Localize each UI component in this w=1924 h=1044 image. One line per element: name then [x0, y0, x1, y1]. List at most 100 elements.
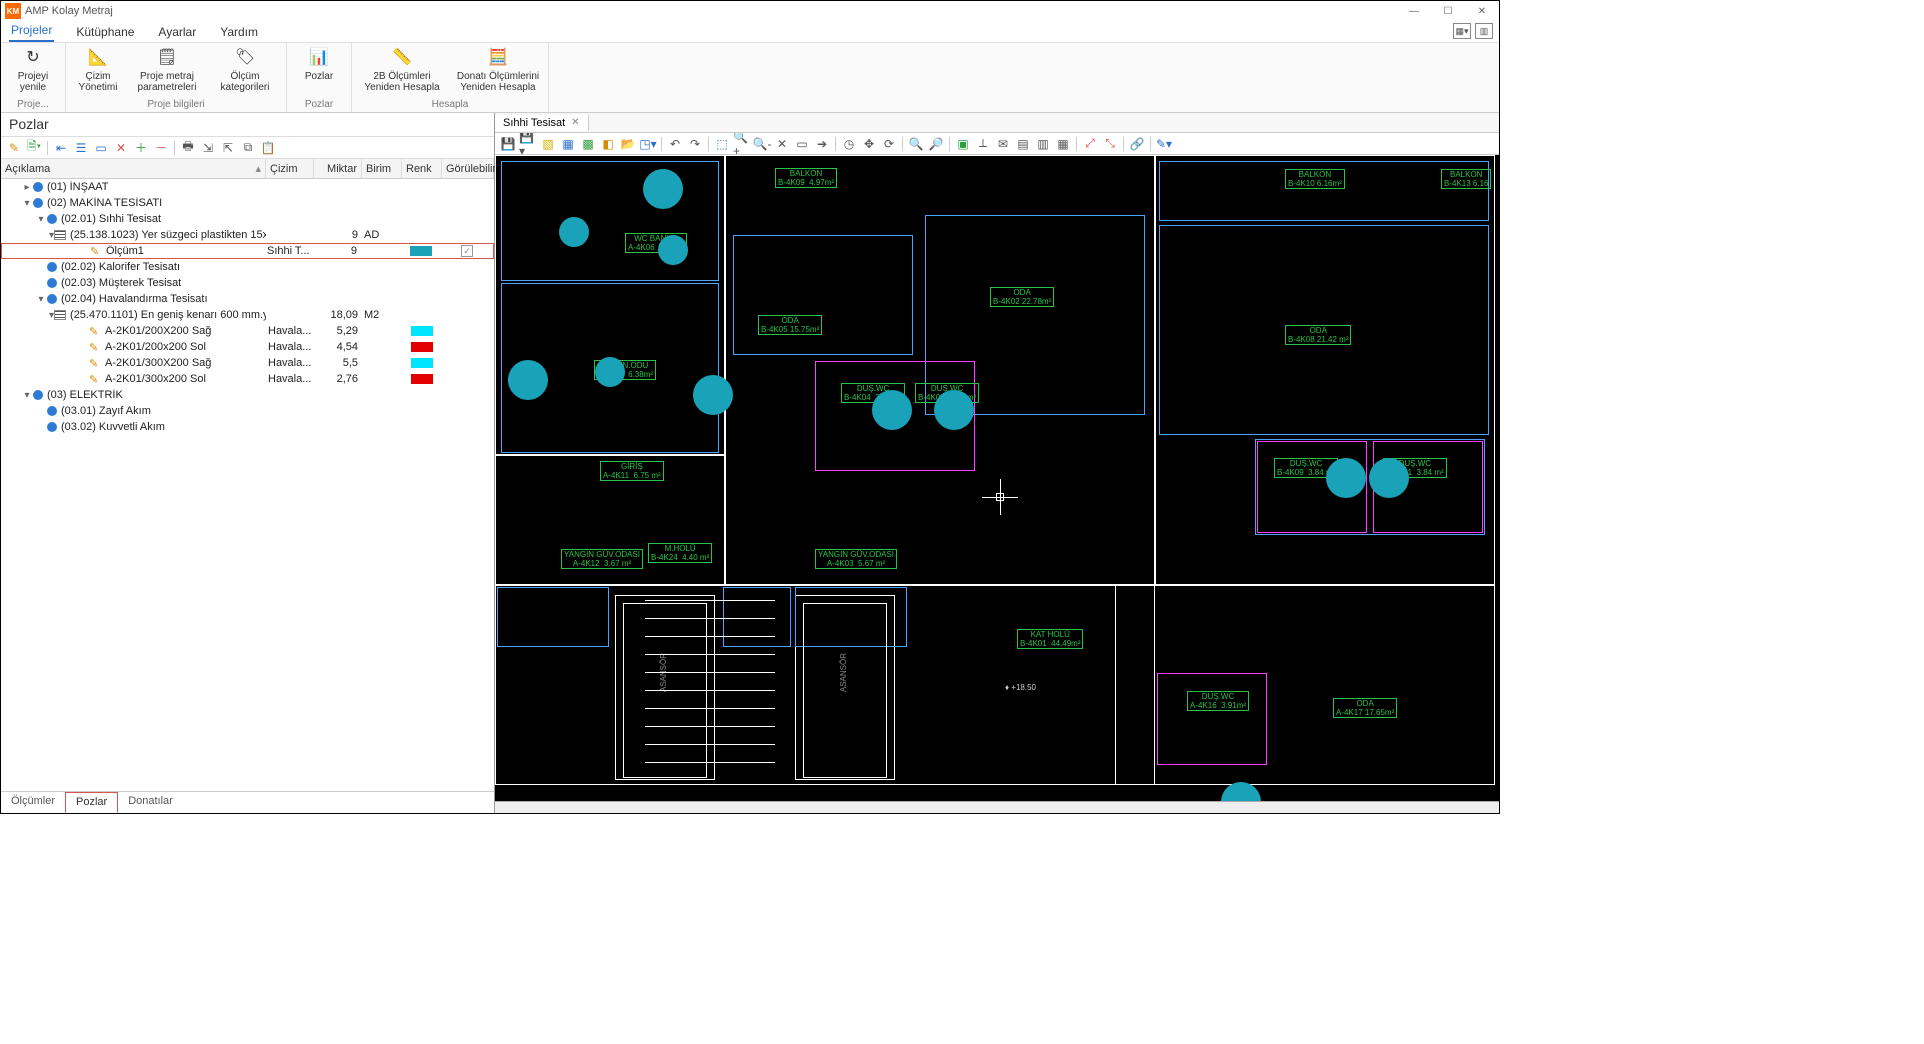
- ribbon-button[interactable]: 🧮Donatı Ölçümlerini Yeniden Hesapla: [454, 45, 542, 99]
- tree-row[interactable]: ✎A-2K01/300X200 SağHavala...5,5: [1, 355, 494, 371]
- tree-row[interactable]: (02.03) Müşterek Tesisat: [1, 275, 494, 291]
- measurement-marker[interactable]: [559, 217, 589, 247]
- prop-icon[interactable]: ▥: [1034, 135, 1052, 153]
- cad-viewport[interactable]: BALKON B-4K09 4.97m²BALKON B-4K10 6.16m²…: [495, 155, 1499, 801]
- delete-icon[interactable]: ✕: [112, 139, 130, 157]
- rotate-icon[interactable]: ⟳: [880, 135, 898, 153]
- measurement-marker[interactable]: [872, 390, 912, 430]
- tree-row[interactable]: (03) ELEKTRİK: [1, 387, 494, 403]
- grid-icon[interactable]: ▦: [1054, 135, 1072, 153]
- replace-icon[interactable]: 🔎: [927, 135, 945, 153]
- tree-row[interactable]: ✎A-2K01/300x200 SolHavala...2,76: [1, 371, 494, 387]
- dim-icon[interactable]: ⟂: [974, 135, 992, 153]
- fit-icon[interactable]: ▭: [793, 135, 811, 153]
- orbit-icon[interactable]: ◷: [840, 135, 858, 153]
- bottom-tab[interactable]: Ölçümler: [1, 792, 65, 813]
- zoom-out-icon[interactable]: 🔍-: [753, 135, 771, 153]
- col-birim[interactable]: Birim: [362, 159, 402, 178]
- indent-left-icon[interactable]: ⇤: [52, 139, 70, 157]
- add-icon[interactable]: ＋: [132, 139, 150, 157]
- measurement-marker[interactable]: [1369, 458, 1409, 498]
- link-icon[interactable]: 🔗: [1128, 135, 1146, 153]
- remove-icon[interactable]: －: [152, 139, 170, 157]
- open-icon[interactable]: 📂: [619, 135, 637, 153]
- card-icon[interactable]: ▭: [92, 139, 110, 157]
- list-icon[interactable]: ☰: [72, 139, 90, 157]
- menu-kutuphane[interactable]: Kütüphane: [74, 22, 136, 42]
- tree-row[interactable]: (03.02) Kuvvetli Akım: [1, 419, 494, 435]
- find-icon[interactable]: 🔍: [907, 135, 925, 153]
- box3-icon[interactable]: ▩: [579, 135, 597, 153]
- export-icon[interactable]: ⇲: [199, 139, 217, 157]
- measurement-marker[interactable]: [1326, 458, 1366, 498]
- pan-icon[interactable]: ✥: [860, 135, 878, 153]
- tree-row[interactable]: ✎A-2K01/200X200 SağHavala...5,29: [1, 323, 494, 339]
- expand-icon[interactable]: [21, 390, 33, 401]
- doc-tab-sihhi[interactable]: Sıhhi Tesisat ✕: [495, 115, 589, 131]
- col-renk[interactable]: Renk: [402, 159, 442, 178]
- undo-icon[interactable]: ↶: [666, 135, 684, 153]
- window-minimize-button[interactable]: —: [1397, 1, 1431, 21]
- saveas-icon[interactable]: 💾▾: [519, 135, 537, 153]
- col-miktar[interactable]: Miktar: [314, 159, 362, 178]
- layer-mgr-icon[interactable]: ▣: [954, 135, 972, 153]
- tree-row[interactable]: (25.470.1101) En geniş kenarı 600 mm.ye …: [1, 307, 494, 323]
- expand-icon[interactable]: [21, 198, 33, 209]
- close-tab-icon[interactable]: ✕: [571, 117, 579, 128]
- cube-icon[interactable]: ◳▾: [639, 135, 657, 153]
- tree-row[interactable]: (02.01) Sıhhi Tesisat: [1, 211, 494, 227]
- measure2-icon[interactable]: ⤡: [1101, 135, 1119, 153]
- ribbon-button[interactable]: 📐Çizim Yönetimi: [72, 45, 124, 99]
- measure-icon[interactable]: ⤢: [1081, 135, 1099, 153]
- col-cizim[interactable]: Çizim: [266, 159, 314, 178]
- measurement-marker[interactable]: [693, 375, 733, 415]
- new-doc-icon[interactable]: 🗎▾: [25, 139, 43, 157]
- ribbon-button[interactable]: 🗒Proje metraj parametreleri: [132, 45, 202, 99]
- tree-body[interactable]: (01) İNŞAAT(02) MAKİNA TESİSATI(02.01) S…: [1, 179, 494, 791]
- highlight-icon[interactable]: ✎▾: [1155, 135, 1173, 153]
- layers-icon[interactable]: ◧: [599, 135, 617, 153]
- expand-icon[interactable]: [35, 294, 47, 305]
- block-icon[interactable]: ▤: [1014, 135, 1032, 153]
- expand-icon[interactable]: [21, 182, 33, 193]
- paste-icon[interactable]: 📋: [259, 139, 277, 157]
- bottom-tab[interactable]: Pozlar: [65, 792, 118, 813]
- annot-icon[interactable]: ✉: [994, 135, 1012, 153]
- tree-row[interactable]: (02) MAKİNA TESİSATI: [1, 195, 494, 211]
- redo-icon[interactable]: ↷: [686, 135, 704, 153]
- tree-row[interactable]: ✎Ölçüm1Sıhhi T...9✓: [1, 243, 494, 259]
- cancel-icon[interactable]: ✕: [773, 135, 791, 153]
- ribbon-button[interactable]: 🏷Ölçüm kategorileri: [210, 45, 280, 99]
- zoom-in-icon[interactable]: 🔍+: [733, 135, 751, 153]
- measurement-marker[interactable]: [595, 357, 625, 387]
- col-gorulebilir[interactable]: Görülebilir: [442, 159, 494, 178]
- edit-icon[interactable]: ✎: [5, 139, 23, 157]
- box2-icon[interactable]: ▦: [559, 135, 577, 153]
- measurement-marker[interactable]: [643, 169, 683, 209]
- next-icon[interactable]: ➔: [813, 135, 831, 153]
- tree-row[interactable]: (03.01) Zayıf Akım: [1, 403, 494, 419]
- layout-switch-icon[interactable]: ▦▾: [1453, 23, 1471, 39]
- menu-yardim[interactable]: Yardım: [218, 22, 260, 42]
- bottom-tab[interactable]: Donatılar: [118, 792, 183, 813]
- measurement-marker[interactable]: [658, 235, 688, 265]
- tree-row[interactable]: (01) İNŞAAT: [1, 179, 494, 195]
- tree-row[interactable]: ✎A-2K01/200x200 SolHavala...4,54: [1, 339, 494, 355]
- save-icon[interactable]: 💾: [499, 135, 517, 153]
- import-icon[interactable]: ⇱: [219, 139, 237, 157]
- window-maximize-button[interactable]: ☐: [1431, 1, 1465, 21]
- menu-projeler[interactable]: Projeler: [9, 20, 54, 42]
- select-rect-icon[interactable]: ⬚: [713, 135, 731, 153]
- tree-row[interactable]: (02.04) Havalandırma Tesisatı: [1, 291, 494, 307]
- print-icon[interactable]: 🖶: [179, 139, 197, 157]
- measurement-marker[interactable]: [934, 390, 974, 430]
- menu-ayarlar[interactable]: Ayarlar: [156, 22, 198, 42]
- ribbon-button[interactable]: 📏2B Ölçümleri Yeniden Hesapla: [358, 45, 446, 99]
- horizontal-scrollbar[interactable]: [495, 801, 1499, 813]
- panel-toggle-icon[interactable]: ▥: [1475, 23, 1493, 39]
- box-icon[interactable]: ▧: [539, 135, 557, 153]
- ribbon-button[interactable]: 📊Pozlar: [293, 45, 345, 99]
- expand-icon[interactable]: [35, 214, 47, 225]
- measurement-marker[interactable]: [508, 360, 548, 400]
- col-aciklama[interactable]: Açıklama▴: [1, 159, 266, 178]
